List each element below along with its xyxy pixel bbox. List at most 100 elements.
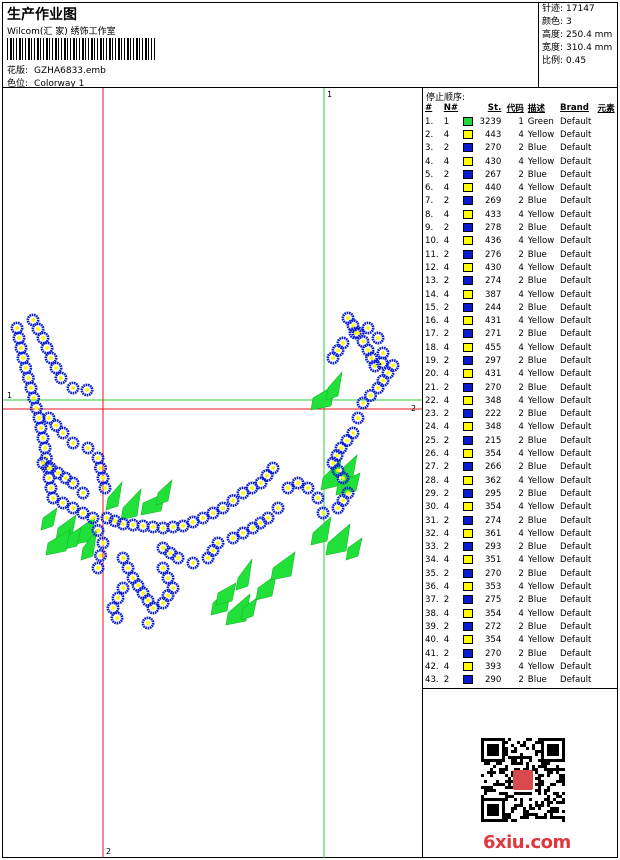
row-code: 2 [518,143,524,154]
qr-module [535,741,538,744]
flower-center [105,516,109,520]
qr-module [523,810,526,813]
row-element [596,221,619,234]
row-brand: Default [560,329,592,340]
row-stitches: 354 [484,608,502,619]
qr-module [553,810,556,813]
flower-motif [156,561,170,575]
flower-center [381,378,385,383]
color-swatch [463,143,474,153]
row-brand: Default [560,582,592,593]
leaf-fill [325,371,343,401]
flower-motif [31,322,45,336]
row-code: 4 [518,422,524,433]
flower-motif [81,441,95,455]
row-element [596,261,619,274]
row-brand: Default [560,342,592,353]
row-swatch [461,580,476,593]
marker-bottom-red: 2 [106,847,111,856]
row-element [596,168,619,181]
qr-module [499,783,502,786]
row-brand: Default [560,462,592,473]
row-stitches: 354 [484,502,502,513]
row-element [596,594,619,607]
flower-center [258,521,263,525]
flower-motif [29,401,43,415]
flower-center [368,393,373,398]
row-needle: 4 [443,262,450,273]
flower-center [23,366,28,370]
row-element [596,501,619,514]
qr-module [508,738,511,741]
qr-module [508,786,511,789]
flower-center [271,466,275,470]
flower-center [41,461,45,465]
row-code: 4 [518,502,524,513]
row-stitches: 362 [484,475,502,486]
row-code: 2 [518,621,524,632]
stat-scale: 比例: 0.45 [542,56,587,66]
row-code: 2 [518,542,524,553]
row-brand: Default [560,568,592,579]
row-element [596,447,619,460]
flower-center [356,416,360,420]
row-index: 36. [425,582,439,593]
flower-center [54,366,58,370]
qr-module [547,768,550,771]
flower-motif [186,515,200,529]
row-element [596,527,619,540]
row-brand: Default [560,223,592,234]
flower-center [201,516,205,520]
flower-motif [49,418,63,432]
row-stitches: 431 [484,316,502,327]
qr-module [538,807,541,810]
row-needle: 2 [443,488,450,499]
qr-module [535,753,538,756]
row-index: 43. [425,675,439,686]
row-needle: 2 [443,302,450,313]
row-needle: 2 [443,648,450,659]
qr-module [517,762,520,765]
row-needle: 2 [443,329,450,340]
row-index: 21. [425,382,439,393]
flower-motif [116,551,130,565]
qr-module [514,759,517,762]
flower-center [386,371,390,375]
row-desc: Blue [527,675,547,686]
row-code: 1 [518,116,524,127]
qr-module [556,795,559,798]
row-desc: Blue [527,435,547,446]
row-index: 13. [425,276,439,287]
row-stitches: 430 [484,156,502,167]
flower-center [131,523,135,527]
flower-motif [156,541,170,555]
row-stitches: 351 [484,555,502,566]
qr-module [544,813,547,816]
row-needle: 2 [443,355,450,366]
qr-module [481,795,484,798]
flower-center [116,596,120,600]
row-code: 2 [518,223,524,234]
flower-center [161,526,165,530]
row-index: 23. [425,409,439,420]
row-index: 38. [425,608,439,619]
flower-center [259,481,263,485]
qr-module [481,786,484,789]
color-swatch [463,488,474,498]
color-swatch [463,262,474,272]
row-brand: Default [560,595,592,606]
color-swatch [463,568,474,578]
row-stitches: 348 [484,395,502,406]
qr-module [562,816,565,819]
row-index: 15. [425,302,439,313]
table-row: 25. 2 215 2 Blue Default [423,434,618,447]
qr-module [541,765,544,768]
row-needle: 4 [443,236,450,247]
row-code: 2 [518,355,524,366]
qr-module [526,816,529,819]
row-element [596,647,619,660]
row-needle: 4 [443,129,450,140]
row-element [596,341,619,354]
row-desc: Yellow [527,635,555,646]
flower-center [121,586,125,590]
